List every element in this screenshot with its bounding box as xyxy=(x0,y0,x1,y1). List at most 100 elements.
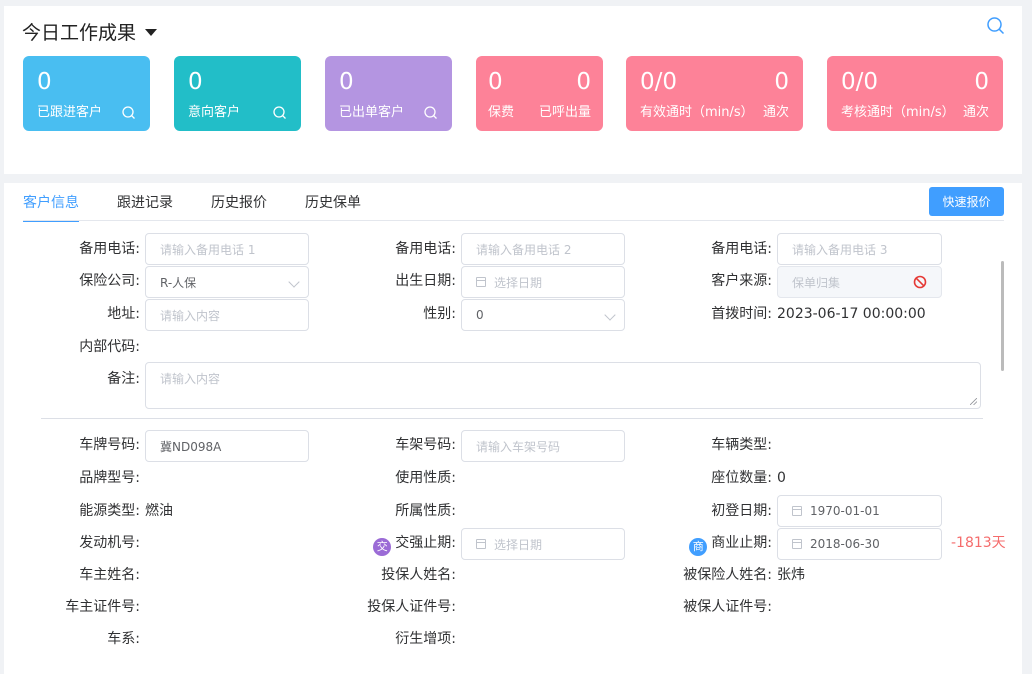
search-icon[interactable] xyxy=(423,105,439,121)
assess-calls-value: 0 xyxy=(974,69,989,95)
section-divider xyxy=(41,418,983,419)
backup-phone-1-input[interactable]: 请输入备用电话 1 xyxy=(145,233,309,265)
effective-calls-value: 0 xyxy=(774,69,789,95)
card-issued-customers[interactable]: 0 已出单客户 xyxy=(325,56,452,131)
first-registration-value: 1970-01-01 xyxy=(810,504,880,518)
energy-type-label: 能源类型: xyxy=(79,503,140,519)
customer-source-value: 保单归集 xyxy=(792,275,841,290)
chevron-down-icon xyxy=(604,309,616,321)
backup-phone-3-input[interactable]: 请输入备用电话 3 xyxy=(777,233,942,265)
premium-value: 0 xyxy=(488,69,503,95)
compulsory-expiry-picker[interactable]: 选择日期 xyxy=(461,528,625,560)
compulsory-expiry-placeholder: 选择日期 xyxy=(494,537,543,552)
chevron-down-icon xyxy=(288,276,300,288)
first-dial-time-label: 首拨时间: xyxy=(711,306,772,322)
followed-label: 已跟进客户 xyxy=(37,105,103,120)
plate-number-input[interactable]: 冀ND098A xyxy=(145,430,309,462)
search-icon[interactable] xyxy=(121,105,137,121)
internal-code-label: 内部代码: xyxy=(79,339,140,355)
address-label: 地址: xyxy=(107,306,140,322)
owner-id-label: 车主证件号: xyxy=(65,599,140,615)
resize-handle-icon[interactable] xyxy=(970,398,977,405)
backup-phone-2-input[interactable]: 请输入备用电话 2 xyxy=(461,233,625,265)
calendar-icon xyxy=(476,277,486,287)
tab-follow-records[interactable]: 跟进记录 xyxy=(117,193,173,222)
first-registration-picker[interactable]: 1970-01-01 xyxy=(777,495,942,527)
commercial-expiry-value: 2018-06-30 xyxy=(810,537,880,551)
not-allowed-icon xyxy=(913,275,927,289)
commercial-expiry-label-group: 商商业止期: xyxy=(689,533,772,556)
intent-label: 意向客户 xyxy=(188,105,241,120)
compulsory-expiry-label-group: 交交强止期: xyxy=(373,533,456,556)
tab-bar: 客户信息 跟进记录 历史报价 历史保单 xyxy=(23,193,399,222)
effective-time-value: 0/0 xyxy=(640,69,678,95)
calendar-icon xyxy=(792,506,802,516)
tab-customer-info[interactable]: 客户信息 xyxy=(23,193,79,222)
scrollbar-thumb[interactable] xyxy=(1001,261,1004,371)
backup-phone-1-label: 备用电话: xyxy=(79,241,140,257)
assess-calls-label: 通次 xyxy=(962,105,989,120)
gender-value: 0 xyxy=(476,308,484,322)
today-results-panel: 今日工作成果 0 已跟进客户 0 意向客户 0 已出单客户 0 保费 0 已呼出… xyxy=(4,6,1022,174)
energy-type-value: 燃油 xyxy=(145,503,173,519)
vin-label: 车架号码: xyxy=(395,437,456,453)
card-effective-talk-time: 0/0 有效通时（min/s） 0 通次 xyxy=(626,56,803,131)
remark-textarea[interactable]: 请输入内容 xyxy=(145,362,981,409)
customer-detail-panel: 客户信息 跟进记录 历史报价 历史保单 快速报价 备用电话: 请输入备用电话 1… xyxy=(4,183,1022,674)
ownership-label: 所属性质: xyxy=(395,503,456,519)
followed-count: 0 xyxy=(37,69,52,95)
calendar-icon xyxy=(476,539,486,549)
customer-source-input: 保单归集 xyxy=(777,266,942,298)
backup-phone-3-label: 备用电话: xyxy=(711,241,772,257)
birth-date-picker[interactable]: 选择日期 xyxy=(461,266,625,298)
tab-quote-history[interactable]: 历史报价 xyxy=(211,193,267,222)
commercial-days-remaining: -1813天 xyxy=(951,535,1006,551)
customer-source-label: 客户来源: xyxy=(711,273,772,289)
assess-time-label: 考核通时（min/s） xyxy=(841,105,955,120)
card-intent-customers[interactable]: 0 意向客户 xyxy=(174,56,301,131)
derived-items-label: 衍生增项: xyxy=(395,631,456,647)
issued-label: 已出单客户 xyxy=(339,105,405,120)
calendar-icon xyxy=(792,539,802,549)
insurer-label: 保险公司: xyxy=(79,273,140,289)
search-icon[interactable] xyxy=(272,105,288,121)
insurer-value: R-人保 xyxy=(160,275,197,290)
first-registration-label: 初登日期: xyxy=(711,503,772,519)
insurer-select[interactable]: R-人保 xyxy=(145,266,309,298)
effective-calls-label: 通次 xyxy=(762,105,789,120)
premium-label: 保费 xyxy=(488,105,515,120)
owner-name-label: 车主姓名: xyxy=(79,567,140,583)
assess-time-value: 0/0 xyxy=(841,69,879,95)
remark-placeholder: 请输入内容 xyxy=(160,372,221,386)
gender-select[interactable]: 0 xyxy=(461,299,625,331)
compulsory-expiry-label: 交强止期: xyxy=(395,535,456,551)
outbound-count: 0 xyxy=(576,69,591,95)
first-dial-time-value: 2023-06-17 00:00:00 xyxy=(777,306,926,322)
vehicle-series-label: 车系: xyxy=(107,631,140,647)
tabs-divider xyxy=(23,220,1004,221)
page-title-text: 今日工作成果 xyxy=(22,22,137,44)
quick-quote-button[interactable]: 快速报价 xyxy=(929,187,1004,216)
card-premium: 0 保费 0 已呼出量 xyxy=(476,56,603,131)
seat-count-value: 0 xyxy=(777,470,786,486)
issued-count: 0 xyxy=(339,69,354,95)
intent-count: 0 xyxy=(188,69,203,95)
birth-date-label: 出生日期: xyxy=(395,273,456,289)
gender-label: 性别: xyxy=(423,306,456,322)
card-assessment-talk-time: 0/0 考核通时（min/s） 0 通次 xyxy=(827,56,1003,131)
seat-count-label: 座位数量: xyxy=(711,470,772,486)
page-title[interactable]: 今日工作成果 xyxy=(22,18,158,45)
commercial-expiry-picker[interactable]: 2018-06-30 xyxy=(777,528,942,560)
backup-phone-2-label: 备用电话: xyxy=(395,241,456,257)
outbound-label: 已呼出量 xyxy=(538,105,591,120)
usage-label: 使用性质: xyxy=(395,470,456,486)
vin-input[interactable]: 请输入车架号码 xyxy=(461,430,625,462)
search-icon[interactable] xyxy=(986,16,1006,36)
compulsory-badge: 交 xyxy=(373,538,392,556)
tab-policy-history[interactable]: 历史保单 xyxy=(305,193,361,222)
vehicle-type-label: 车辆类型: xyxy=(711,437,772,453)
card-followed-customers[interactable]: 0 已跟进客户 xyxy=(23,56,150,131)
address-input[interactable]: 请输入内容 xyxy=(145,299,309,331)
engine-number-label: 发动机号: xyxy=(79,535,140,551)
caret-down-icon[interactable] xyxy=(145,29,158,36)
